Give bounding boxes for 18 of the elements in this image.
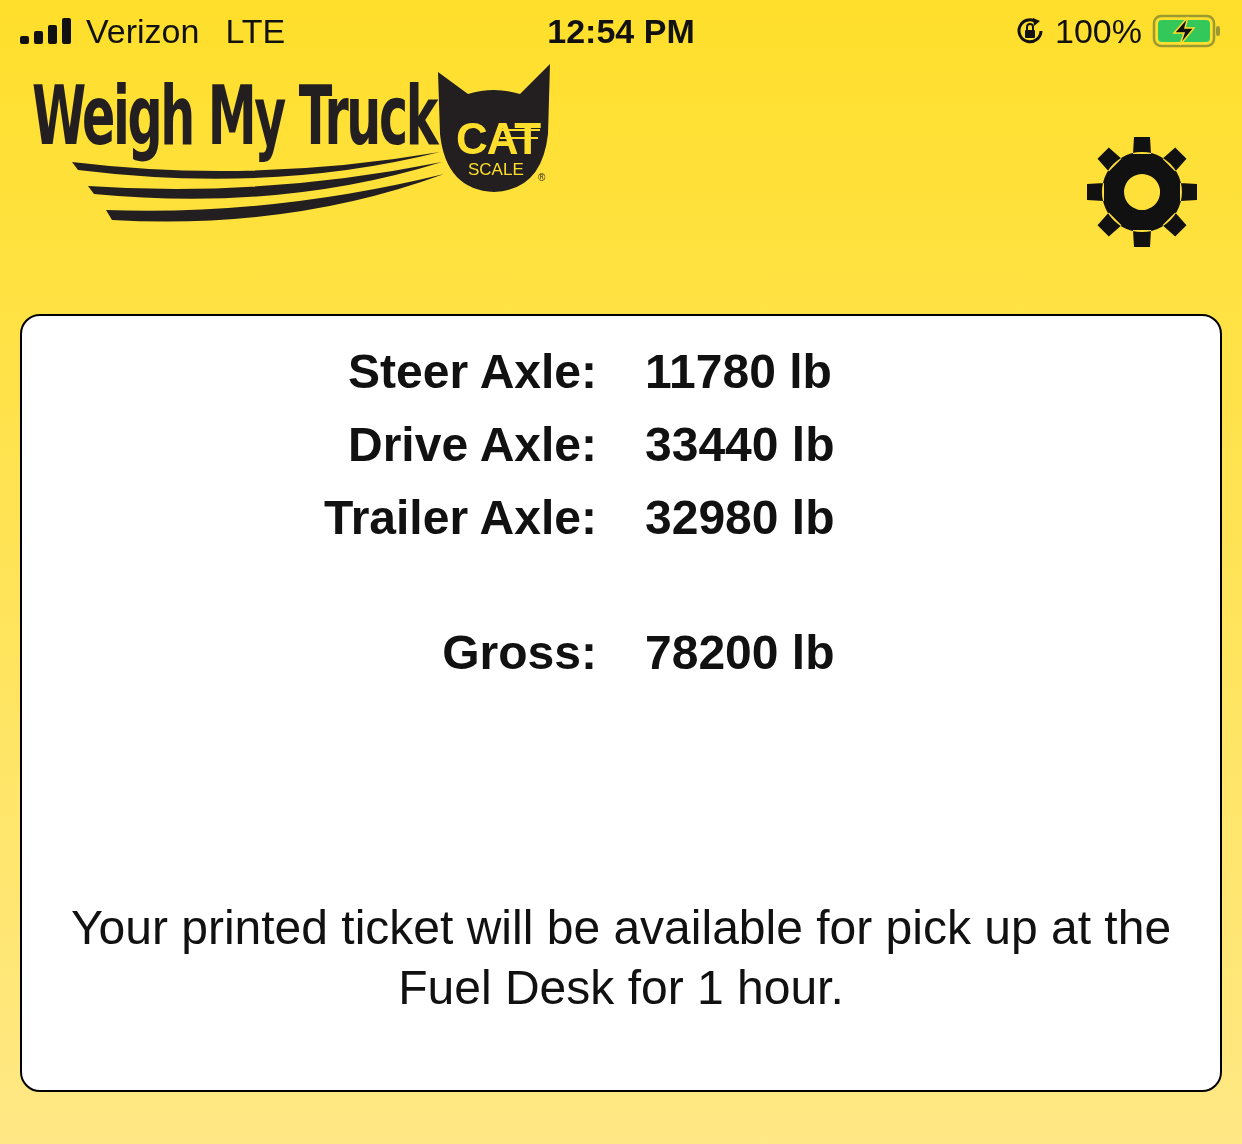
weight-value: 32980 lb: [645, 490, 836, 545]
weight-label: Steer Axle:: [347, 344, 597, 399]
registered-mark: ®: [538, 172, 546, 183]
signal-icon: [20, 18, 72, 44]
settings-icon: [1086, 136, 1198, 248]
weight-label: Drive Axle:: [347, 417, 597, 472]
ticket-message: Your printed ticket will be available for pick up at the Fuel Desk for 1 hour.: [69, 900, 1173, 1016]
weight-label: Trailer Axle:: [322, 490, 597, 545]
weight-value: 11780 lb: [645, 344, 833, 399]
clock: 12:54 PM: [546, 11, 696, 51]
battery-charging-icon: [1152, 14, 1222, 48]
battery-percent: 100%: [1055, 11, 1142, 51]
weight-value: 78200 lb: [645, 625, 836, 680]
badge-subtext: SCALE: [468, 160, 524, 180]
carrier-name: Verizon: [86, 11, 200, 51]
network-type: LTE: [225, 11, 286, 51]
weight-label: Gross:: [441, 625, 597, 680]
weight-value: 33440 lb: [645, 417, 836, 472]
